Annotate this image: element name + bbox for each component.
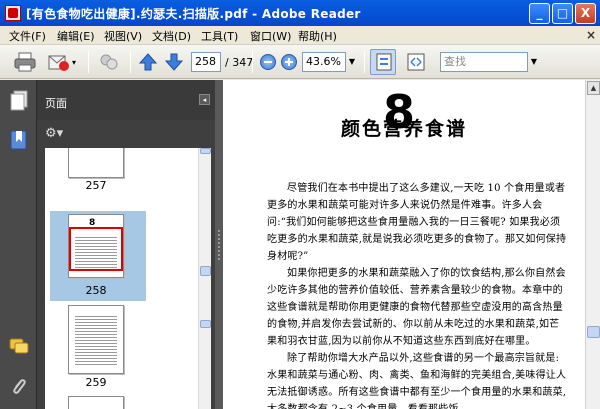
chapter-title: 颜色营养食谱 — [340, 118, 467, 140]
zoom-level-input[interactable]: 43.6% — [302, 52, 346, 72]
title-bar: [有色食物吃出健康].约瑟夫.扫描版.pdf - Adobe Reader _ … — [0, 0, 600, 26]
scroll-top-thumb[interactable] — [200, 148, 211, 154]
bookmarks-icon[interactable] — [10, 130, 28, 150]
pages-panel: 页面 ◂ ⚙▾ 257 8 258 259 — [37, 80, 215, 409]
menu-document[interactable]: 文档(D) — [152, 28, 191, 44]
toolbar-separator — [364, 51, 365, 73]
single-page-icon — [376, 53, 392, 71]
window-title: [有色食物吃出健康].约瑟夫.扫描版.pdf - Adobe Reader — [26, 7, 361, 21]
menu-tools[interactable]: 工具(T) — [201, 28, 238, 44]
paragraph: 除了帮助你增大水产品以外,这些食谱的另一个最高宗旨就是:水果和蔬菜与通心粉、肉、… — [267, 353, 567, 409]
pages-panel-title: 页面 — [45, 97, 67, 110]
zoom-in-button[interactable] — [281, 54, 297, 70]
close-document-icon[interactable]: × — [586, 28, 596, 42]
print-icon[interactable] — [14, 52, 36, 72]
toolbar-separator — [130, 51, 131, 73]
view-region-rectangle[interactable] — [69, 227, 123, 271]
single-page-button[interactable] — [370, 49, 396, 75]
paragraph: 如果你把更多的水果和蔬菜融入了你的饮食结构,那么你自然会少吃许多其他的营养价值较… — [267, 268, 566, 347]
thumbnail-scrollbar[interactable] — [198, 148, 211, 409]
email-icon[interactable] — [48, 52, 70, 72]
menu-edit[interactable]: 编辑(E) — [57, 28, 95, 44]
previous-page-icon[interactable] — [139, 53, 157, 71]
pages-icon[interactable] — [10, 90, 28, 112]
page-thumbnail-259[interactable] — [68, 305, 124, 374]
page-number-input[interactable]: 258 — [191, 52, 221, 72]
page-label: 259 — [85, 376, 107, 389]
comments-icon[interactable] — [9, 338, 29, 356]
menu-help[interactable]: 帮助(H) — [298, 28, 337, 44]
next-page-icon[interactable] — [165, 53, 183, 71]
scroll-thumb[interactable] — [200, 266, 211, 276]
fit-width-icon[interactable] — [407, 53, 425, 71]
options-gear-icon[interactable]: ⚙▾ — [45, 126, 63, 141]
toolbar-separator — [88, 51, 89, 73]
collapse-panel-button[interactable]: ◂ — [199, 94, 210, 105]
menu-bar: 文件(F) 编辑(E) 视图(V) 文档(D) 工具(T) 窗口(W) 帮助(H… — [0, 26, 600, 45]
toolbar: ▾ 258 / 347 43.6% ▼ 查找 ▼ — [0, 45, 600, 79]
pane-splitter[interactable] — [215, 80, 223, 409]
collaborate-icon[interactable] — [98, 52, 120, 72]
email-dropdown-icon[interactable]: ▾ — [72, 58, 76, 67]
page-thumbnail-260[interactable] — [68, 396, 124, 409]
navigation-strip — [0, 80, 37, 409]
menu-window[interactable]: 窗口(W) — [250, 28, 291, 44]
page-label: 257 — [85, 179, 107, 192]
page-total: / 347 — [225, 56, 254, 69]
document-scrollbar[interactable]: ▲ — [585, 80, 600, 409]
minimize-button[interactable]: _ — [529, 3, 550, 24]
page-thumbnail-257[interactable] — [68, 148, 124, 178]
toolbar-separator — [252, 51, 253, 73]
thumbnail-text-lines — [75, 314, 117, 367]
page-label: 258 — [85, 284, 107, 297]
pages-panel-header: 页面 ◂ — [37, 80, 215, 120]
document-view[interactable]: 8 颜色营养食谱 尽管我们在本书中提出了这么多建议,一天吃 10 个食用量或者更… — [223, 80, 585, 409]
adobe-reader-icon[interactable] — [5, 5, 21, 21]
menu-view[interactable]: 视图(V) — [104, 28, 142, 44]
search-input[interactable]: 查找 — [440, 52, 528, 72]
zoom-out-button[interactable] — [260, 54, 276, 70]
attachments-icon[interactable] — [10, 376, 28, 396]
scroll-up-button[interactable]: ▲ — [587, 81, 600, 95]
thumbnail-list[interactable]: 257 8 258 259 — [45, 148, 211, 409]
scroll-thumb[interactable] — [200, 320, 211, 328]
menu-file[interactable]: 文件(F) — [9, 28, 46, 44]
maximize-button[interactable]: □ — [552, 3, 573, 24]
document-scroll-thumb[interactable] — [587, 326, 600, 338]
close-button[interactable]: X — [575, 3, 596, 24]
zoom-dropdown-icon[interactable]: ▼ — [346, 52, 358, 72]
paragraph: 尽管我们在本书中提出了这么多建议,一天吃 10 个食用量或者更多的水果和蔬菜可能… — [267, 183, 567, 262]
search-dropdown-icon[interactable]: ▼ — [528, 52, 540, 72]
